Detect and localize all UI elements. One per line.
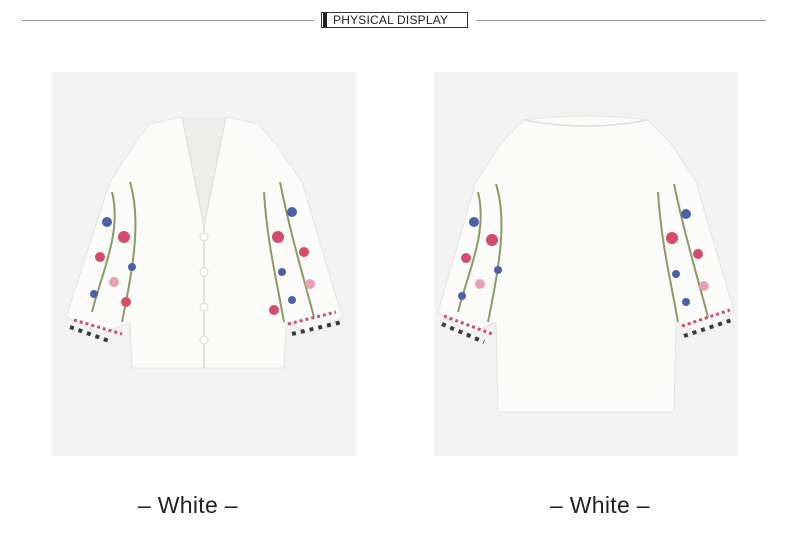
product-photo-front xyxy=(52,72,356,456)
product-photo-back xyxy=(434,72,738,456)
blouse-body xyxy=(437,115,735,413)
button xyxy=(199,302,209,312)
header-rule-right xyxy=(476,20,766,21)
product-caption-front: – White – xyxy=(138,492,238,518)
blouse-back-illustration xyxy=(437,115,735,413)
button xyxy=(199,335,209,345)
button xyxy=(199,232,209,242)
button xyxy=(199,267,209,277)
section-title: PHYSICAL DISPLAY xyxy=(333,13,449,27)
section-header: PHYSICAL DISPLAY xyxy=(321,12,468,28)
header-rule-left xyxy=(22,20,314,21)
product-caption-back: – White – xyxy=(550,492,650,518)
header-accent-bar xyxy=(323,13,327,27)
blouse-front-illustration xyxy=(65,116,343,369)
